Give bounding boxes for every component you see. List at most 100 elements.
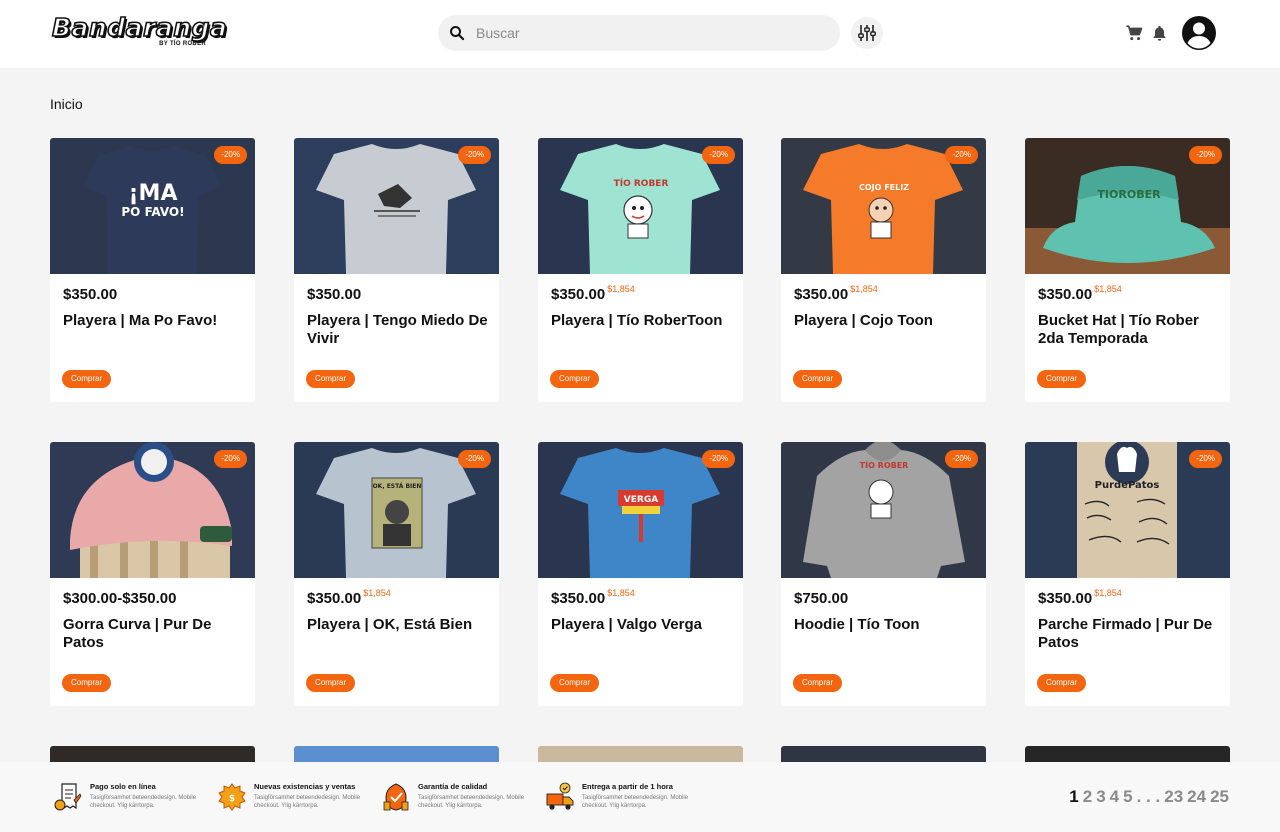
svg-text:TÍO ROBER: TÍO ROBER [860,459,909,470]
price-row: $350.00 $1,854 [307,588,391,608]
breadcrumb[interactable]: Inicio [50,96,83,112]
product-old-price: $1,854 [850,284,878,294]
product-card[interactable]: OK, ESTÁ BIEN -20% $350.00 $1,854 Playera… [294,442,499,706]
product-price: $750.00 [794,590,849,607]
header: Bandaranga BY TÍO ROBER [0,0,1280,68]
filter-button[interactable] [851,17,883,49]
product-card[interactable]: COJO FELIZ -20% $350.00 $1,854 Playera | … [781,138,986,402]
buy-button[interactable]: Comprar [306,370,356,388]
feature-title: Entrega a partir de 1 hora [582,782,673,791]
search-bar[interactable] [438,15,840,51]
buy-button[interactable]: Comprar [1037,674,1087,692]
product-card[interactable]: TÍO ROBER -20% $350.00 $1,854 Playera | T… [538,138,743,402]
discount-badge: -20% [945,146,978,164]
product-title[interactable]: Bucket Hat | Tío Rober 2da Temporada [1038,312,1223,348]
price-row: $300.00-$350.00 [63,590,178,608]
feature-title: Pago solo en línea [90,782,156,791]
page-link-25[interactable]: 25 [1210,787,1229,807]
product-title[interactable]: Playera | Tengo Miedo De Vivir [307,312,492,348]
svg-text:VERGA: VERGA [624,495,658,505]
sliders-icon [858,25,876,41]
price-row: $350.00 $1,854 [1038,588,1122,608]
svg-text:$: $ [229,794,235,804]
page-ellipsis: . . . [1136,787,1161,806]
product-card[interactable]: TIOROBER -20% $350.00 $1,854 Bucket Hat |… [1025,138,1230,402]
search-input[interactable] [476,15,826,51]
product-card[interactable]: TÍO ROBER -20% $750.00 Hoodie | Tío Toon… [781,442,986,706]
discount-badge: -20% [458,146,491,164]
svg-text:¡MA: ¡MA [129,181,178,206]
product-title[interactable]: Hoodie | Tío Toon [794,616,979,634]
delivery-truck-icon [546,782,574,810]
product-card[interactable]: PurdePatos -20% $350.00 $1,854 Parche Fir… [1025,442,1230,706]
product-card[interactable]: ¡MA PO FAVO! -20% $350.00 Playera | Ma P… [50,138,255,402]
product-title[interactable]: Playera | OK, Está Bien [307,616,492,634]
product-title[interactable]: Playera | Ma Po Favo! [63,312,248,330]
discount-badge: -20% [702,450,735,468]
price-row: $350.00 $1,854 [794,284,878,304]
page-link-23[interactable]: 23 [1164,787,1183,807]
page-link-1[interactable]: 1 [1069,787,1078,807]
feature-online-payment: Pago solo en línea Tasigförsamhet beteen… [54,782,214,818]
discount-badge: -20% [214,146,247,164]
product-title[interactable]: Playera | Cojo Toon [794,312,979,330]
product-old-price: $1,854 [1094,588,1122,598]
search-icon[interactable] [448,24,466,42]
product-old-price: $1,854 [363,588,391,598]
buy-button[interactable]: Comprar [550,674,600,692]
buy-button[interactable]: Comprar [306,674,356,692]
page-link-2[interactable]: 2 [1083,787,1092,807]
product-price: $350.00 [63,286,118,303]
bell-icon[interactable] [1151,24,1168,42]
product-old-price: $1,854 [607,588,635,598]
product-card[interactable]: -20% $350.00 Playera | Tengo Miedo De Vi… [294,138,499,402]
buy-button[interactable]: Comprar [550,370,600,388]
buy-button[interactable]: Comprar [62,370,112,388]
product-title[interactable]: Playera | Tío RoberToon [551,312,736,330]
buy-button[interactable]: Comprar [1037,370,1087,388]
pagination: 1 2 3 4 5 . . . 23 24 25 [1069,787,1229,807]
discount-badge: -20% [702,146,735,164]
feature-desc: Tasigförsamhet beteendedesign. Mobile ch… [418,795,525,809]
discount-badge: -20% [945,450,978,468]
price-row: $750.00 [794,590,850,608]
buy-button[interactable]: Comprar [62,674,112,692]
buy-button[interactable]: Comprar [793,370,843,388]
feature-delivery: Entrega a partir de 1 hora Tasigförsamhe… [546,782,706,818]
svg-text:PurdePatos: PurdePatos [1095,480,1160,491]
page-link-24[interactable]: 24 [1187,787,1206,807]
svg-text:TIOROBER: TIOROBER [1097,188,1161,201]
page-link-4[interactable]: 4 [1110,787,1119,807]
product-price: $350.00 [794,286,849,303]
cart-icon[interactable] [1125,24,1143,42]
feature-new-stock: $ Nuevas existencias y ventas Tasigförsa… [218,782,378,818]
product-card[interactable]: VERGA -20% $350.00 $1,854 Playera | Valgo… [538,442,743,706]
sale-tag-icon: $ [218,783,246,811]
brand-logo[interactable]: Bandaranga BY TÍO ROBER [51,13,227,54]
discount-badge: -20% [1189,450,1222,468]
product-price: $350.00 [1038,286,1093,303]
product-price: $350.00 [307,590,362,607]
price-row: $350.00 [63,286,119,304]
product-title[interactable]: Gorra Curva | Pur De Patos [63,616,248,652]
price-row: $350.00 $1,854 [551,588,635,608]
price-row: $350.00 [307,286,363,304]
page-link-3[interactable]: 3 [1096,787,1105,807]
page-link-5[interactable]: 5 [1123,787,1132,807]
discount-badge: -20% [214,450,247,468]
feature-title: Nuevas existencias y ventas [254,782,356,791]
svg-text:OK, ESTÁ BIEN: OK, ESTÁ BIEN [373,483,422,490]
svg-text:COJO FELIZ: COJO FELIZ [859,183,909,192]
buy-button[interactable]: Comprar [793,674,843,692]
user-avatar-icon[interactable] [1181,15,1217,51]
feature-desc: Tasigförsamhet beteendedesign. Mobile ch… [254,795,361,809]
product-price: $350.00 [307,286,362,303]
product-price: $350.00 [551,590,606,607]
product-card[interactable]: -20% $300.00-$350.00 Gorra Curva | Pur D… [50,442,255,706]
product-title[interactable]: Parche Firmado | Pur De Patos [1038,616,1223,652]
feature-quality: Garantía de calidad Tasigförsamhet betee… [382,782,542,818]
feature-title: Garantía de calidad [418,782,488,791]
product-old-price: $1,854 [607,284,635,294]
feature-desc: Tasigförsamhet beteendedesign. Mobile ch… [90,795,197,809]
product-title[interactable]: Playera | Valgo Verga [551,616,736,634]
